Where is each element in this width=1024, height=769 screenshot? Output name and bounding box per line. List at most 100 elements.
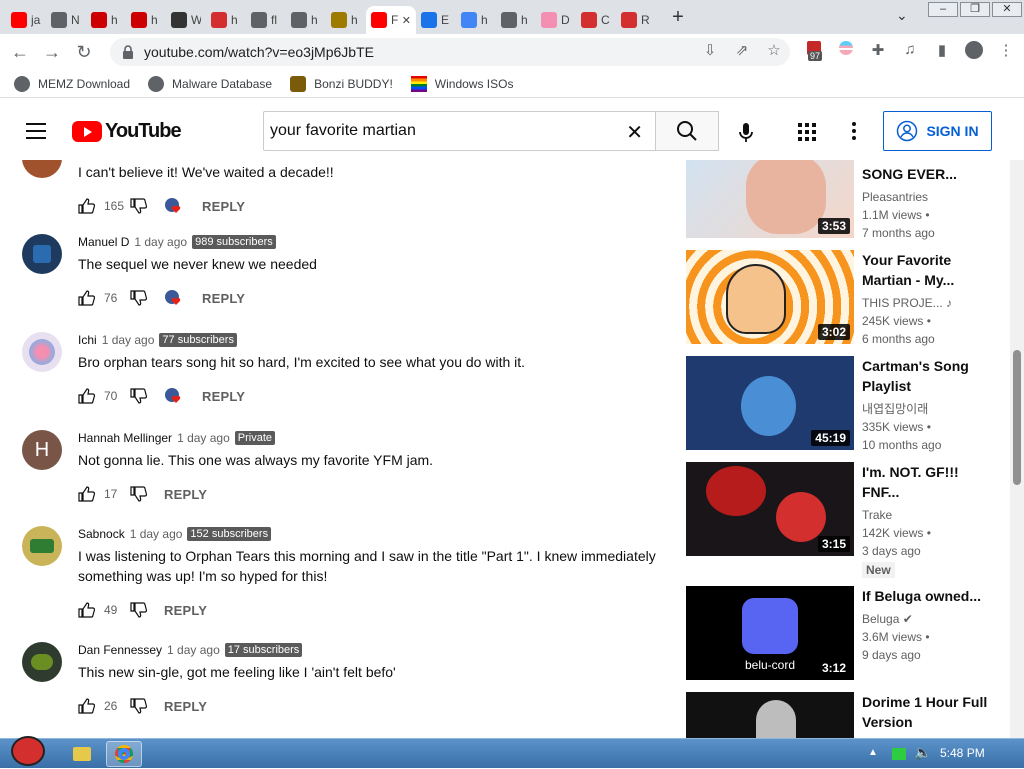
search-button[interactable] <box>655 111 719 151</box>
dislike-icon[interactable] <box>130 486 148 502</box>
comment-author[interactable]: Hannah Mellinger <box>78 431 172 445</box>
video-thumbnail[interactable]: belu-cord 3:12 <box>686 586 854 680</box>
browser-tab[interactable]: R <box>616 6 656 34</box>
video-channel[interactable]: Trake <box>862 506 992 524</box>
comment-time[interactable]: 1 day ago <box>102 333 155 347</box>
comment-time[interactable]: 1 day ago <box>177 431 230 445</box>
avatar[interactable] <box>22 642 62 682</box>
start-button[interactable] <box>6 733 50 769</box>
browser-tab[interactable]: h <box>456 6 496 34</box>
dislike-icon[interactable] <box>130 290 148 306</box>
like-icon[interactable] <box>78 698 96 714</box>
browser-tab[interactable]: h <box>126 6 166 34</box>
tray-expand-icon[interactable]: ▲ <box>868 747 878 758</box>
browser-tab[interactable]: h <box>206 6 246 34</box>
video-title[interactable]: If Beluga owned... <box>862 586 992 606</box>
media-control-icon[interactable]: ♫ <box>894 41 926 63</box>
avatar[interactable] <box>22 160 62 178</box>
minimize-button[interactable]: – <box>928 2 958 17</box>
browser-tab[interactable]: N <box>46 6 86 34</box>
taskbar-app-folder[interactable] <box>64 741 100 767</box>
address-bar[interactable]: youtube.com/watch?v=eo3jMp6JbTE <box>110 38 790 66</box>
puzzle-icon[interactable]: ✚ <box>862 41 894 63</box>
bookmark-star-icon[interactable]: ☆ <box>758 41 790 59</box>
maximize-button[interactable]: ❐ <box>960 2 990 17</box>
bookmark-memz[interactable]: MEMZ Download <box>14 75 130 92</box>
browser-tab[interactable]: ja <box>6 6 46 34</box>
browser-tab[interactable]: h <box>326 6 366 34</box>
video-thumbnail[interactable]: 45:19 <box>686 356 854 450</box>
avatar[interactable]: H <box>22 430 62 470</box>
dislike-icon[interactable] <box>130 698 148 714</box>
profile-icon[interactable] <box>958 41 990 63</box>
video-thumbnail[interactable] <box>686 692 854 738</box>
browser-tab[interactable]: h <box>86 6 126 34</box>
avatar[interactable] <box>22 332 62 372</box>
forward-icon[interactable]: → <box>36 42 68 63</box>
dislike-icon[interactable] <box>130 198 148 214</box>
flag-extension-icon[interactable] <box>830 41 862 63</box>
close-window-button[interactable]: ✕ <box>992 2 1022 17</box>
new-tab-button[interactable]: + <box>666 6 690 29</box>
youtube-logo[interactable]: YouTube <box>72 120 182 143</box>
avatar[interactable] <box>22 234 62 274</box>
video-channel[interactable]: 내엽집망이래 <box>862 400 992 418</box>
taskbar-app-chrome[interactable] <box>106 741 142 767</box>
like-icon[interactable] <box>78 602 96 618</box>
close-tab-icon[interactable]: ✕ <box>402 14 411 27</box>
sign-in-button[interactable]: SIGN IN <box>883 111 992 151</box>
video-channel[interactable]: Beluga ✔ <box>862 610 992 628</box>
browser-tab[interactable]: E <box>416 6 456 34</box>
video-channel[interactable]: Pleasantries <box>862 188 992 206</box>
reply-button[interactable]: REPLY <box>202 199 245 214</box>
dislike-icon[interactable] <box>130 388 148 404</box>
reply-button[interactable]: REPLY <box>164 487 207 502</box>
volume-icon[interactable]: 🔈 <box>914 744 931 761</box>
bookmark-malware-database[interactable]: Malware Database <box>148 75 272 92</box>
browser-tab[interactable]: fl <box>246 6 286 34</box>
back-icon[interactable]: ← <box>4 42 36 63</box>
browser-tab[interactable]: C <box>576 6 616 34</box>
comment-time[interactable]: 1 day ago <box>130 527 183 541</box>
comment-author[interactable]: Dan Fennessey <box>78 643 162 657</box>
page-scrollbar[interactable] <box>1010 160 1024 738</box>
tab-search-chevron-icon[interactable]: ⌄ <box>896 7 908 24</box>
reply-button[interactable]: REPLY <box>164 699 207 714</box>
reply-button[interactable]: REPLY <box>202 389 245 404</box>
browser-tab[interactable]: h <box>286 6 326 34</box>
dislike-icon[interactable] <box>130 602 148 618</box>
reload-icon[interactable]: ↻ <box>68 42 100 63</box>
reply-button[interactable]: REPLY <box>202 291 245 306</box>
like-icon[interactable] <box>78 290 96 306</box>
settings-more-icon[interactable] <box>852 122 856 143</box>
comment-time[interactable]: 1 day ago <box>167 643 220 657</box>
taskbar-clock[interactable]: 5:48 PM <box>940 746 985 760</box>
browser-tab[interactable]: F ✕ <box>366 6 416 34</box>
video-title[interactable]: SONG EVER... <box>862 164 992 184</box>
install-icon[interactable]: ⇩ <box>694 41 726 59</box>
extension-icon[interactable]: 97 <box>798 41 830 63</box>
scrollbar-thumb[interactable] <box>1013 350 1021 485</box>
menu-icon[interactable] <box>26 123 46 144</box>
search-input[interactable]: your favorite martian ✕ <box>263 111 656 151</box>
like-icon[interactable] <box>78 198 96 214</box>
browser-tab[interactable]: W <box>166 6 206 34</box>
share-icon[interactable]: ⇗ <box>726 41 758 59</box>
avatar[interactable] <box>22 526 62 566</box>
clear-search-icon[interactable]: ✕ <box>626 120 643 145</box>
video-thumbnail[interactable]: 3:02 <box>686 250 854 344</box>
browser-tab[interactable]: h <box>496 6 536 34</box>
video-thumbnail[interactable]: 3:15 <box>686 462 854 556</box>
chrome-menu-icon[interactable]: ⋮ <box>990 41 1022 63</box>
apps-grid-icon[interactable] <box>798 123 816 141</box>
bookmark-windows-isos[interactable]: Windows ISOs <box>410 75 513 92</box>
video-thumbnail[interactable]: 3:53 <box>686 160 854 238</box>
video-channel[interactable]: THIS PROJE... ♪ <box>862 294 992 312</box>
bookmark-bonzi-buddy[interactable]: Bonzi BUDDY! <box>290 75 393 92</box>
like-icon[interactable] <box>78 486 96 502</box>
reply-button[interactable]: REPLY <box>164 603 207 618</box>
comment-author[interactable]: Manuel D <box>78 235 129 249</box>
like-icon[interactable] <box>78 388 96 404</box>
comment-author[interactable]: Sabnock <box>78 527 125 541</box>
network-icon[interactable] <box>892 748 906 760</box>
